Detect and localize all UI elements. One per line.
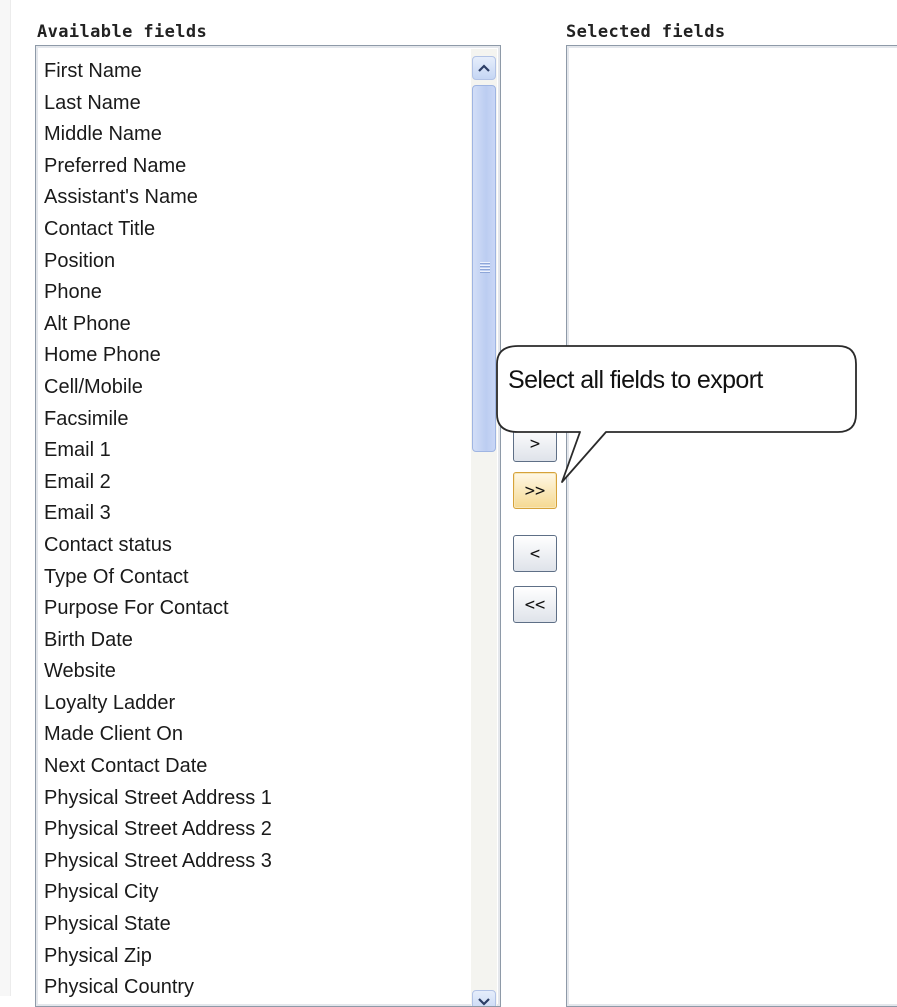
list-item[interactable]: Website <box>44 656 272 688</box>
add-field-button[interactable]: > <box>513 425 557 462</box>
scroll-thumb[interactable] <box>472 85 496 452</box>
available-fields-scrollbar[interactable] <box>471 49 497 1006</box>
remove-all-fields-button[interactable]: << <box>513 586 557 623</box>
add-all-fields-button[interactable]: >> <box>513 472 557 509</box>
list-item[interactable]: Next Contact Date <box>44 751 272 783</box>
list-item[interactable]: Type Of Contact <box>44 562 272 594</box>
list-item[interactable]: Email 3 <box>44 498 272 530</box>
list-item[interactable]: Physical Street Address 3 <box>44 846 272 878</box>
list-item[interactable]: First Name <box>44 56 272 88</box>
list-item[interactable]: Physical Zip <box>44 941 272 973</box>
remove-field-button[interactable]: < <box>513 535 557 572</box>
list-item[interactable]: Position <box>44 246 272 278</box>
list-item[interactable]: Purpose For Contact <box>44 593 272 625</box>
list-item[interactable]: Preferred Name <box>44 151 272 183</box>
list-item[interactable]: Contact Title <box>44 214 272 246</box>
list-item[interactable]: Physical Street Address 1 <box>44 783 272 815</box>
list-item[interactable]: Email 2 <box>44 467 272 499</box>
available-fields-heading: Available fields <box>37 22 208 42</box>
available-fields-listbox[interactable]: First Name Last Name Middle Name Preferred … <box>35 45 501 1007</box>
list-item[interactable]: Email 1 <box>44 435 272 467</box>
list-item[interactable]: Physical City <box>44 877 272 909</box>
list-item[interactable]: Birth Date <box>44 625 272 657</box>
list-item[interactable]: Physical State <box>44 909 272 941</box>
list-item[interactable]: Home Phone <box>44 340 272 372</box>
chevron-up-icon <box>478 64 490 72</box>
available-fields-list: First Name Last Name Middle Name Preferred … <box>44 56 272 1004</box>
list-item[interactable]: Loyalty Ladder <box>44 688 272 720</box>
scroll-up-button[interactable] <box>472 56 496 80</box>
list-item[interactable]: Middle Name <box>44 119 272 151</box>
list-item[interactable]: Physical Street Address 2 <box>44 814 272 846</box>
list-item[interactable]: Made Client On <box>44 719 272 751</box>
chevron-down-icon <box>478 998 490 1006</box>
list-item[interactable]: Cell/Mobile <box>44 372 272 404</box>
list-item[interactable]: Physical Country <box>44 972 272 1004</box>
selected-fields-listbox[interactable] <box>566 45 897 1007</box>
scroll-grip-icon <box>480 262 490 274</box>
selected-fields-heading: Selected fields <box>566 22 726 42</box>
list-item[interactable]: Contact status <box>44 530 272 562</box>
page-left-border <box>0 0 11 996</box>
list-item[interactable]: Assistant's Name <box>44 182 272 214</box>
list-item[interactable]: Alt Phone <box>44 309 272 341</box>
list-item[interactable]: Facsimile <box>44 404 272 436</box>
scroll-down-button[interactable] <box>472 990 496 1006</box>
list-item[interactable]: Phone <box>44 277 272 309</box>
list-item[interactable]: Last Name <box>44 88 272 120</box>
